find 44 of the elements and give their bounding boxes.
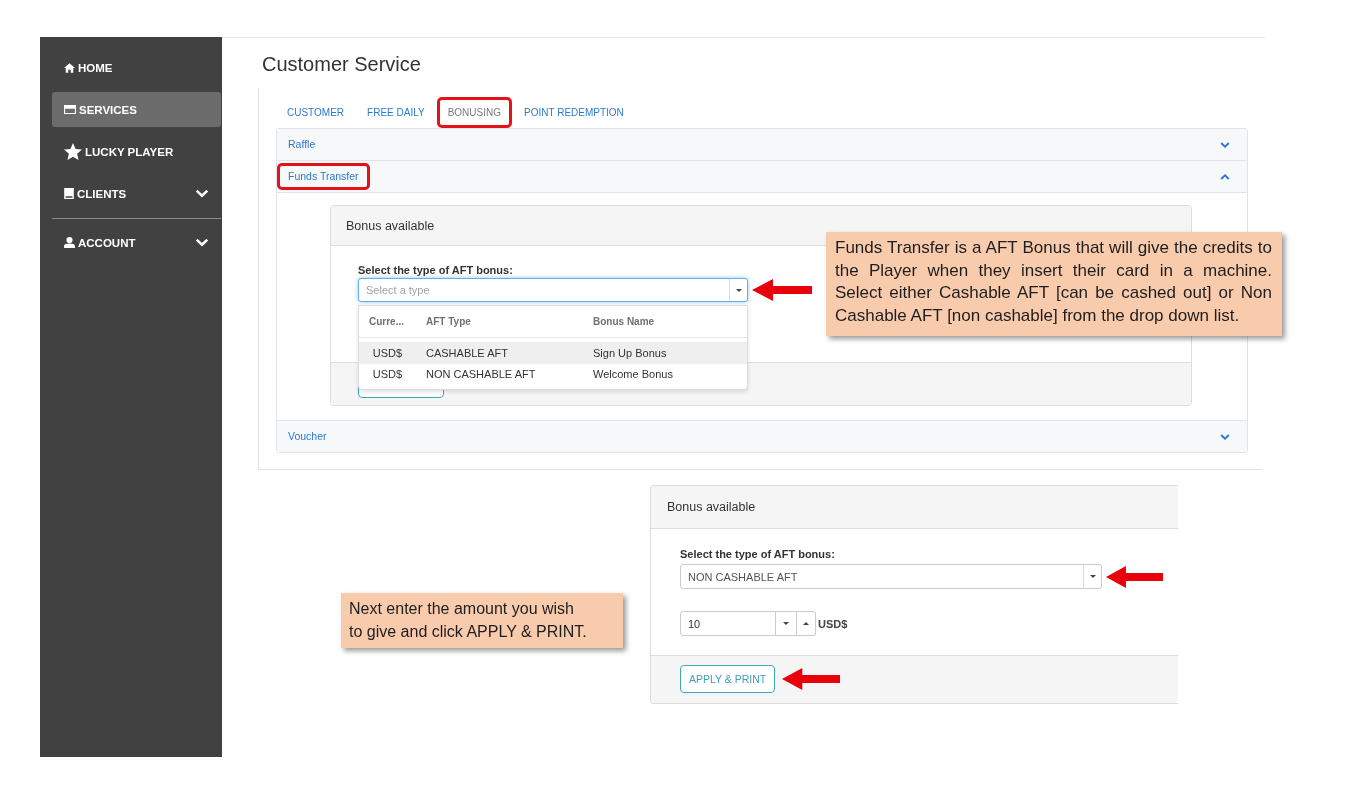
panel-title: Bonus available <box>667 500 756 514</box>
page-title: Customer Service <box>262 52 421 76</box>
accordion-title: Raffle <box>287 137 317 152</box>
option-cell-text: NON CASHABLE AFT <box>425 368 536 381</box>
dropdown-option[interactable]: USD$ CASHABLE AFT Sign Up Bonus <box>359 342 747 364</box>
sidebar-item[interactable]: ACCOUNT <box>52 225 221 260</box>
unit-label: USD$ <box>818 617 848 630</box>
book-icon <box>64 188 74 199</box>
accordion-header[interactable]: Voucher <box>277 421 1247 452</box>
field-label: Select the type of AFT bonus: <box>358 263 513 277</box>
home-icon <box>64 62 75 73</box>
panel-title: Bonus available <box>346 218 435 233</box>
callout-note: Funds Transfer is a AFT Bonus that will give the credits to the Player when they insert their card in a machine. Select either Cashable AFT [can be cashed out] or Non Cashable AFT [non cashable] from the drop down list. <box>826 232 1282 336</box>
accordion-header[interactable]: Raffle <box>277 129 1247 160</box>
sidebar-item[interactable]: LUCKY PLAYER <box>52 134 221 169</box>
field-label: Select the type of AFT bonus: <box>680 547 835 561</box>
caret-up-icon <box>803 622 809 625</box>
column-header: Curre... <box>368 316 404 327</box>
option-cell-text: Sign Up Bonus <box>592 346 667 359</box>
option-cell: USD$ <box>372 346 403 359</box>
accordion-header[interactable]: Funds Transfer <box>277 161 1247 192</box>
star-icon <box>64 143 82 160</box>
column-header: Bonus Name <box>592 316 655 327</box>
user-icon <box>64 237 75 248</box>
column-header: AFT Type <box>425 316 471 327</box>
tab[interactable]: POINT REDEMPTION <box>513 97 635 128</box>
card-icon <box>64 105 76 114</box>
amount-field[interactable]: 10 <box>680 611 776 636</box>
option-cell: USD$ <box>372 368 403 381</box>
sidebar-item[interactable]: CLIENTS <box>52 176 221 211</box>
callout-note: Next enter the amount you wish to give and click APPLY & PRINT. <box>341 593 623 648</box>
caret-down-icon <box>1089 575 1096 578</box>
dropdown-option[interactable]: USD$ NON CASHABLE AFT Welcome Bonus <box>359 363 747 385</box>
accordion-title: Voucher <box>287 429 328 444</box>
caret-down-icon <box>735 288 742 292</box>
option-cell-text: CASHABLE AFT <box>425 346 508 359</box>
sidebar-item[interactable]: HOME <box>52 50 221 85</box>
option-cell-text: Welcome Bonus <box>592 368 673 381</box>
tab[interactable]: FREE DAILY <box>356 97 436 128</box>
decrease-button[interactable] <box>776 611 797 636</box>
caret-down-icon <box>783 622 789 625</box>
tab[interactable]: CUSTOMER <box>276 97 356 128</box>
increase-button[interactable] <box>797 611 816 636</box>
sidebar-item[interactable]: SERVICES <box>52 92 221 127</box>
